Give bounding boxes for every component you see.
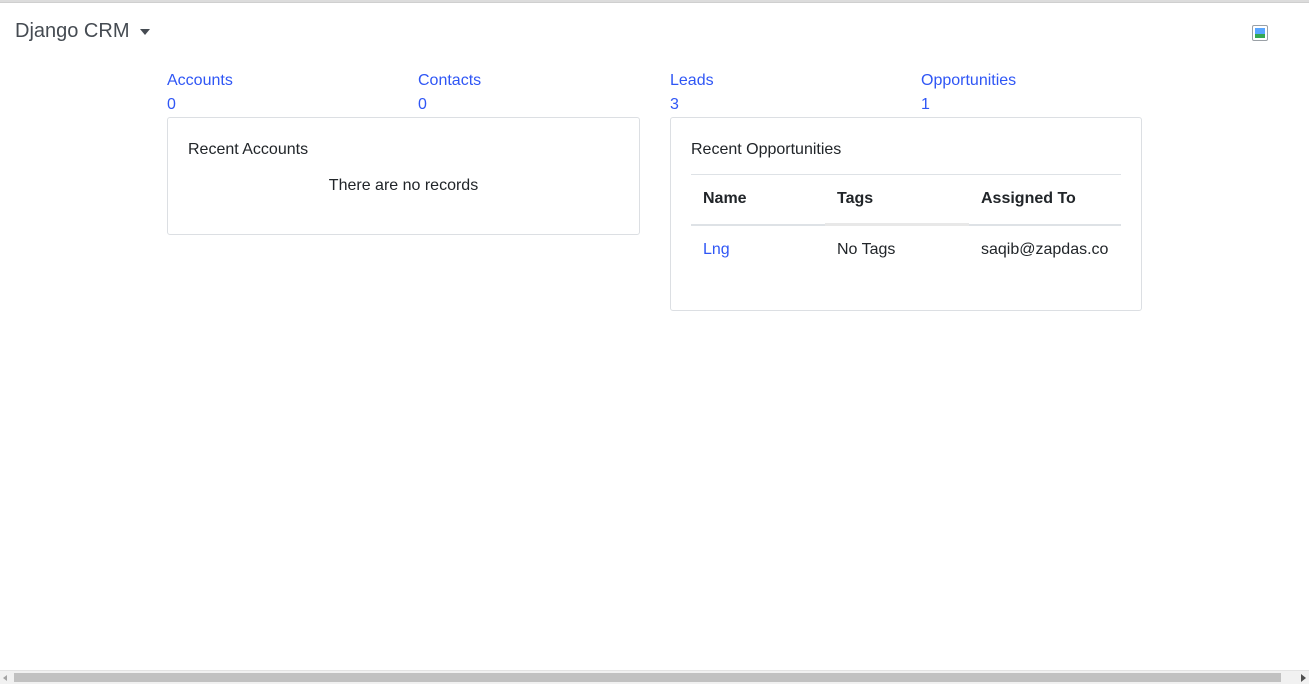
recent-opportunities-card: Recent Opportunities Name Tags Assigned … — [670, 117, 1142, 311]
stat-opportunities-count[interactable]: 1 — [921, 96, 1016, 114]
stat-contacts-link[interactable]: Contacts — [418, 72, 481, 90]
stat-leads-link[interactable]: Leads — [670, 72, 714, 90]
opportunities-table: Name Tags Assigned To Lng No Tags saqib@… — [691, 174, 1121, 275]
table-row: Lng No Tags saqib@zapdas.co — [691, 223, 1121, 275]
brand-title: Django CRM — [15, 20, 130, 42]
stat-opportunities-link[interactable]: Opportunities — [921, 72, 1016, 90]
scroll-left-icon[interactable] — [3, 675, 7, 681]
recent-accounts-title: Recent Accounts — [188, 141, 309, 158]
chevron-down-icon — [140, 29, 151, 35]
stat-contacts-count[interactable]: 0 — [418, 96, 481, 114]
recent-accounts-card: Recent Accounts There are no records — [167, 117, 640, 235]
stat-leads: Leads 3 — [670, 71, 714, 114]
stat-accounts-count[interactable]: 0 — [167, 96, 233, 114]
brand-dropdown[interactable]: Django CRM — [15, 20, 151, 43]
table-header-row: Name Tags Assigned To — [691, 174, 1121, 226]
opportunity-tags-cell: No Tags — [825, 223, 969, 275]
horizontal-scrollbar[interactable] — [0, 670, 1309, 684]
column-header-tags: Tags — [825, 174, 969, 226]
scrollbar-thumb[interactable] — [14, 673, 1281, 682]
column-header-assigned-to: Assigned To — [969, 174, 1121, 226]
opportunity-name-link[interactable]: Lng — [703, 241, 730, 258]
scroll-right-icon[interactable] — [1301, 674, 1306, 682]
broken-image-icon[interactable] — [1252, 25, 1268, 41]
top-border — [0, 0, 1309, 3]
stat-opportunities: Opportunities 1 — [921, 71, 1016, 114]
recent-opportunities-title: Recent Opportunities — [691, 141, 842, 158]
opportunity-name-cell: Lng — [691, 225, 825, 275]
stat-contacts: Contacts 0 — [418, 71, 481, 114]
stat-accounts-link[interactable]: Accounts — [167, 72, 233, 90]
opportunity-assigned-cell: saqib@zapdas.co — [981, 241, 1109, 258]
empty-state-message: There are no records — [328, 177, 479, 194]
stat-leads-count[interactable]: 3 — [670, 96, 714, 114]
stat-accounts: Accounts 0 — [167, 71, 233, 114]
column-header-name: Name — [691, 174, 825, 226]
